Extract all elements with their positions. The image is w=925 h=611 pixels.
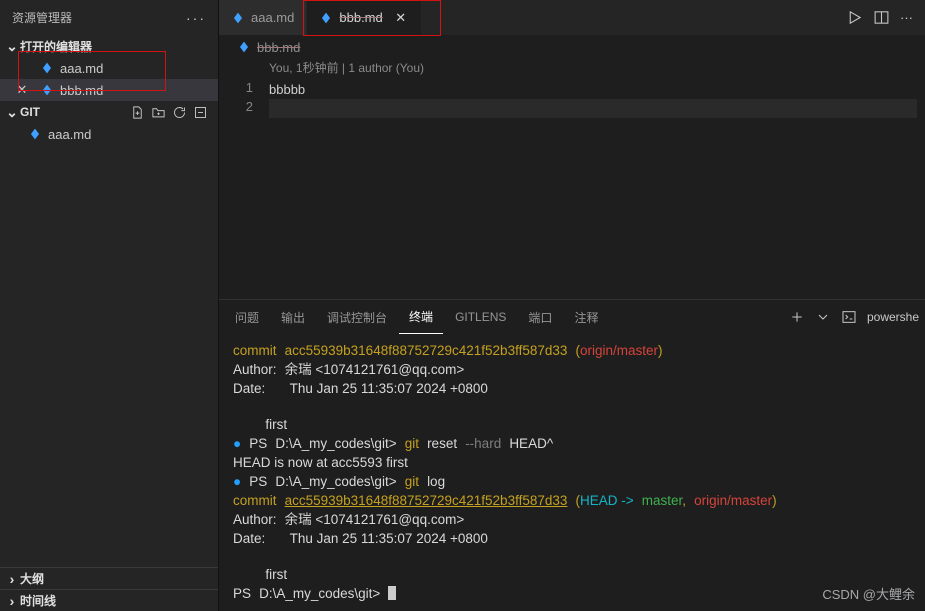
bottom-panel: 问题 输出 调试控制台 终端 GITLENS 端口 注释 powershe co…: [219, 299, 925, 611]
panel-tab-gitlens[interactable]: GITLENS: [445, 300, 516, 334]
file-icon: [237, 40, 251, 54]
timeline-section[interactable]: › 时间线: [0, 589, 218, 611]
code-line: bbbbb: [269, 80, 917, 99]
chevron-right-icon: ›: [4, 571, 20, 587]
breadcrumb[interactable]: bbb.md: [219, 35, 925, 59]
terminal-cursor: [388, 586, 396, 600]
panel-tab-output[interactable]: 输出: [271, 300, 315, 334]
shell-name[interactable]: powershe: [867, 310, 919, 324]
chevron-down-icon: ⌄: [4, 38, 20, 55]
file-name: aaa.md: [60, 61, 103, 76]
code-line: [269, 99, 917, 118]
new-file-icon[interactable]: [130, 105, 145, 120]
file-icon: [40, 61, 54, 75]
explorer-sidebar: 资源管理器 ··· ⌄ 打开的编辑器 aaa.md ✕ bbb.md ⌄ GIT: [0, 0, 219, 611]
file-name: aaa.md: [48, 127, 91, 142]
close-icon[interactable]: ✕: [14, 82, 30, 98]
file-icon: [319, 11, 333, 25]
explorer-more-icon[interactable]: ···: [186, 10, 206, 26]
file-icon: [231, 11, 245, 25]
line-gutter: 1 2: [219, 59, 269, 299]
panel-tab-problems[interactable]: 问题: [225, 300, 269, 334]
more-icon[interactable]: ···: [900, 10, 913, 25]
chevron-down-icon: ⌄: [4, 104, 20, 121]
file-icon: [40, 83, 54, 97]
open-editor-item[interactable]: aaa.md: [0, 57, 218, 79]
file-tree-item[interactable]: aaa.md: [0, 123, 218, 145]
panel-tab-terminal[interactable]: 终端: [399, 300, 443, 334]
open-editors-section[interactable]: ⌄ 打开的编辑器: [0, 35, 218, 57]
file-icon: [28, 127, 42, 141]
editor-area: aaa.md bbb.md ✕ ··· bbb.md: [219, 0, 925, 611]
explorer-title: 资源管理器: [12, 9, 72, 26]
terminal-shell-icon[interactable]: [841, 309, 857, 325]
panel-tab-ports[interactable]: 端口: [518, 300, 562, 334]
outline-section[interactable]: › 大纲: [0, 567, 218, 589]
terminal-output[interactable]: commit acc55939b31648f88752729c421f52b3f…: [219, 334, 925, 611]
file-name: bbb.md: [60, 83, 103, 98]
git-section[interactable]: ⌄ GIT: [0, 101, 218, 123]
tab-bar: aaa.md bbb.md ✕ ···: [219, 0, 925, 35]
new-folder-icon[interactable]: [151, 105, 166, 120]
open-editor-item[interactable]: ✕ bbb.md: [0, 79, 218, 101]
code-area[interactable]: You, 1秒钟前 | 1 author (You) bbbbb: [269, 59, 925, 299]
close-icon[interactable]: ✕: [393, 10, 409, 26]
editor-tab[interactable]: aaa.md: [219, 0, 307, 35]
refresh-icon[interactable]: [172, 105, 187, 120]
panel-tab-comments[interactable]: 注释: [564, 300, 608, 334]
split-editor-icon[interactable]: [873, 9, 890, 26]
run-icon[interactable]: [846, 9, 863, 26]
new-terminal-icon[interactable]: [789, 309, 805, 325]
collapse-icon[interactable]: [193, 105, 208, 120]
chevron-right-icon: ›: [4, 593, 20, 609]
editor-tab[interactable]: bbb.md ✕: [307, 0, 421, 35]
codelens[interactable]: You, 1秒钟前 | 1 author (You): [269, 59, 917, 78]
chevron-down-icon[interactable]: [815, 309, 831, 325]
panel-tab-debug[interactable]: 调试控制台: [317, 300, 397, 334]
